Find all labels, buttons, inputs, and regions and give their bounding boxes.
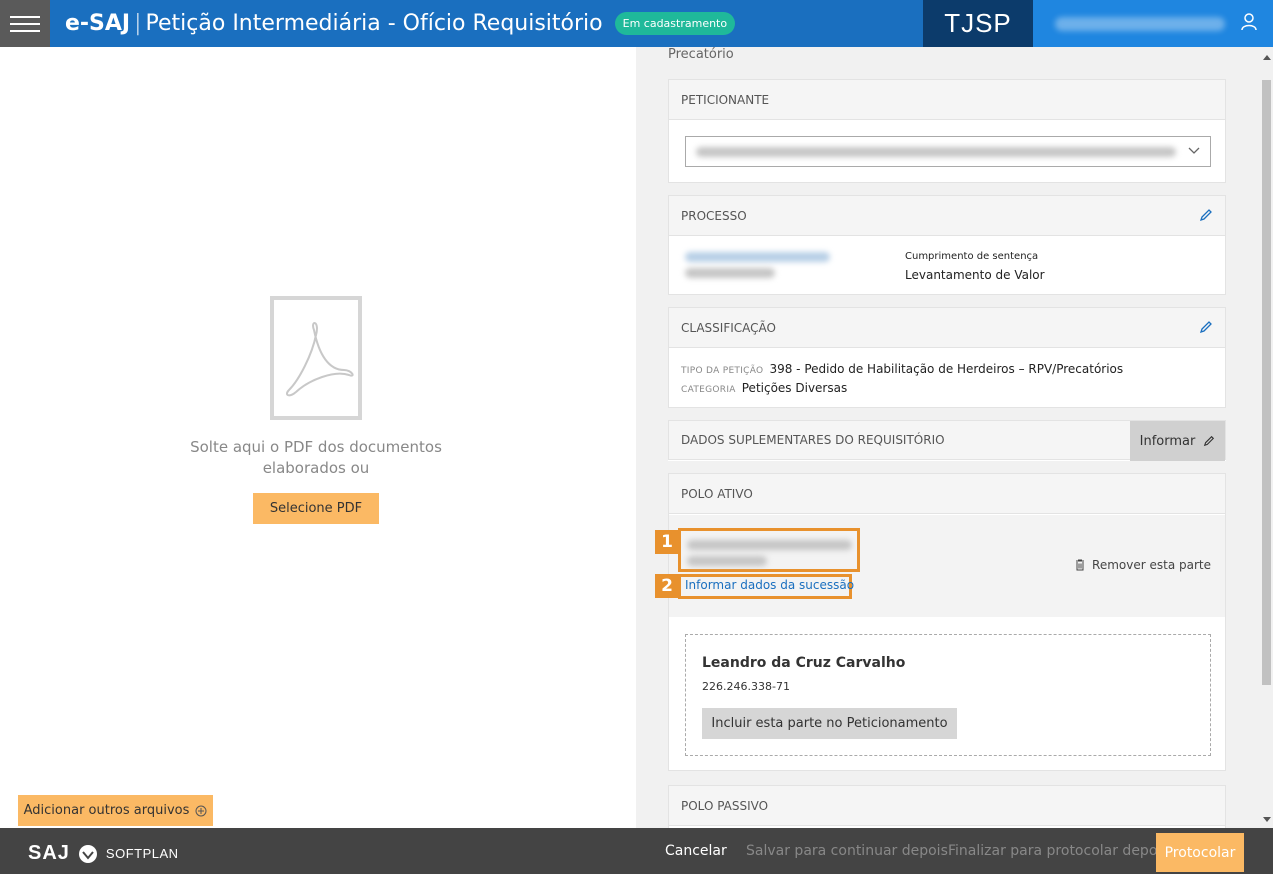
trash-icon (1076, 559, 1085, 571)
polo-passivo-heading: POLO PASSIVO (669, 786, 1225, 826)
informar-sucessao-link[interactable]: Informar dados da sucessão (685, 578, 854, 592)
petition-title: Petição Intermediária - Ofício Requisitó… (145, 11, 603, 36)
classificacao-card: CLASSIFICAÇÃO TIPO DA PETIÇÃO 398 - Pedi… (668, 307, 1226, 408)
user-icon (1241, 13, 1257, 31)
court-logo: TJSP (923, 0, 1033, 47)
footer-bar: SAJ SOFTPLAN Cancelar Salvar para contin… (0, 828, 1273, 874)
party-name-blurred (687, 540, 852, 550)
softplan-shield-icon (78, 844, 97, 863)
hamburger-icon (10, 15, 40, 18)
dados-suplementares-card: DADOS SUPLEMENTARES DO REQUISITÓRIO Info… (668, 420, 1226, 461)
peticionante-value-blurred (696, 147, 1176, 157)
cancel-button[interactable]: Cancelar (665, 828, 727, 874)
include-party-button[interactable]: Incluir esta parte no Peticionamento (702, 708, 957, 739)
process-number-blurred (685, 252, 830, 262)
scrollbar[interactable] (1260, 47, 1273, 828)
categoria-row: CATEGORIA Petições Diversas (681, 381, 848, 395)
tipo-value: 398 - Pedido de Habilitação de Herdeiros… (769, 362, 1124, 376)
successor-cpf: 226.246.338-71 (702, 680, 790, 693)
scroll-thumb[interactable] (1262, 80, 1271, 685)
scroll-down-arrow[interactable] (1263, 817, 1271, 822)
polo-ativo-card: POLO ATIVO 1 2 Informar dados da sucessã… (655, 473, 1226, 771)
brand-name: e-SAJ (65, 11, 131, 36)
peticionante-heading: PETICIONANTE (669, 80, 1225, 120)
polo-ativo-heading: POLO ATIVO (669, 474, 1225, 514)
save-later-button[interactable]: Salvar para continuar depois (746, 828, 948, 874)
edit-classificacao-icon[interactable] (1199, 320, 1213, 334)
processo-heading: PROCESSO (681, 208, 747, 223)
app-header: e-SAJ | Petição Intermediária - Ofício Req… (0, 0, 1273, 47)
saj-softplan-logo: SAJ SOFTPLAN (28, 842, 179, 864)
tipo-row: TIPO DA PETIÇÃO 398 - Pedido de Habilita… (681, 362, 1124, 376)
page-title: e-SAJ | Petição Intermediária - Ofício Req… (65, 11, 603, 36)
menu-button[interactable] (0, 0, 50, 47)
finalize-later-button[interactable]: Finalizar para protocolar depois (948, 828, 1169, 874)
scroll-up-arrow[interactable] (1263, 55, 1271, 60)
chevron-down-icon (1188, 147, 1200, 154)
pdf-icon (270, 296, 362, 420)
successor-name: Leandro da Cruz Carvalho (702, 655, 906, 671)
successor-card: Leandro da Cruz Carvalho 226.246.338-71 … (685, 634, 1211, 756)
user-name-blurred (1055, 16, 1225, 31)
process-subject: Levantamento de Valor (905, 268, 1045, 282)
protocol-button[interactable]: Protocolar (1156, 833, 1244, 872)
user-menu[interactable] (1033, 0, 1273, 47)
status-badge: Em cadastramento (614, 12, 736, 35)
plus-circle-icon (195, 805, 207, 816)
categoria-value: Petições Diversas (741, 381, 848, 395)
pdf-drop-area[interactable]: Solte aqui o PDF dos documentos elaborad… (0, 47, 636, 828)
remove-party-button[interactable]: Remover esta parte (1075, 558, 1211, 572)
add-files-button[interactable]: Adicionar outros arquivos (18, 795, 213, 826)
dados-suplementares-heading: DADOS SUPLEMENTARES DO REQUISITÓRIO (681, 433, 945, 447)
peticionante-card: PETICIONANTE (668, 79, 1226, 183)
classificacao-heading: CLASSIFICAÇÃO (681, 320, 776, 335)
process-class: Cumprimento de sentença (905, 251, 1039, 262)
step-marker-1: 1 (655, 530, 679, 554)
form-panel: Precatório PETICIONANTE PROCESSO Cumprim… (636, 47, 1260, 828)
pencil-icon (1204, 435, 1215, 447)
step-marker-2: 2 (655, 574, 679, 598)
peticionante-select[interactable] (685, 136, 1211, 167)
edit-processo-icon[interactable] (1199, 208, 1213, 222)
drop-instructions: Solte aqui o PDF dos documentos elaborad… (190, 438, 442, 477)
precatorio-label: Precatório (668, 47, 734, 62)
polo-passivo-card: POLO PASSIVO (668, 785, 1226, 828)
informar-button[interactable]: Informar (1130, 421, 1225, 461)
processo-card: PROCESSO Cumprimento de sentença Levanta… (668, 195, 1226, 295)
select-pdf-button[interactable]: Selecione PDF (253, 493, 379, 524)
